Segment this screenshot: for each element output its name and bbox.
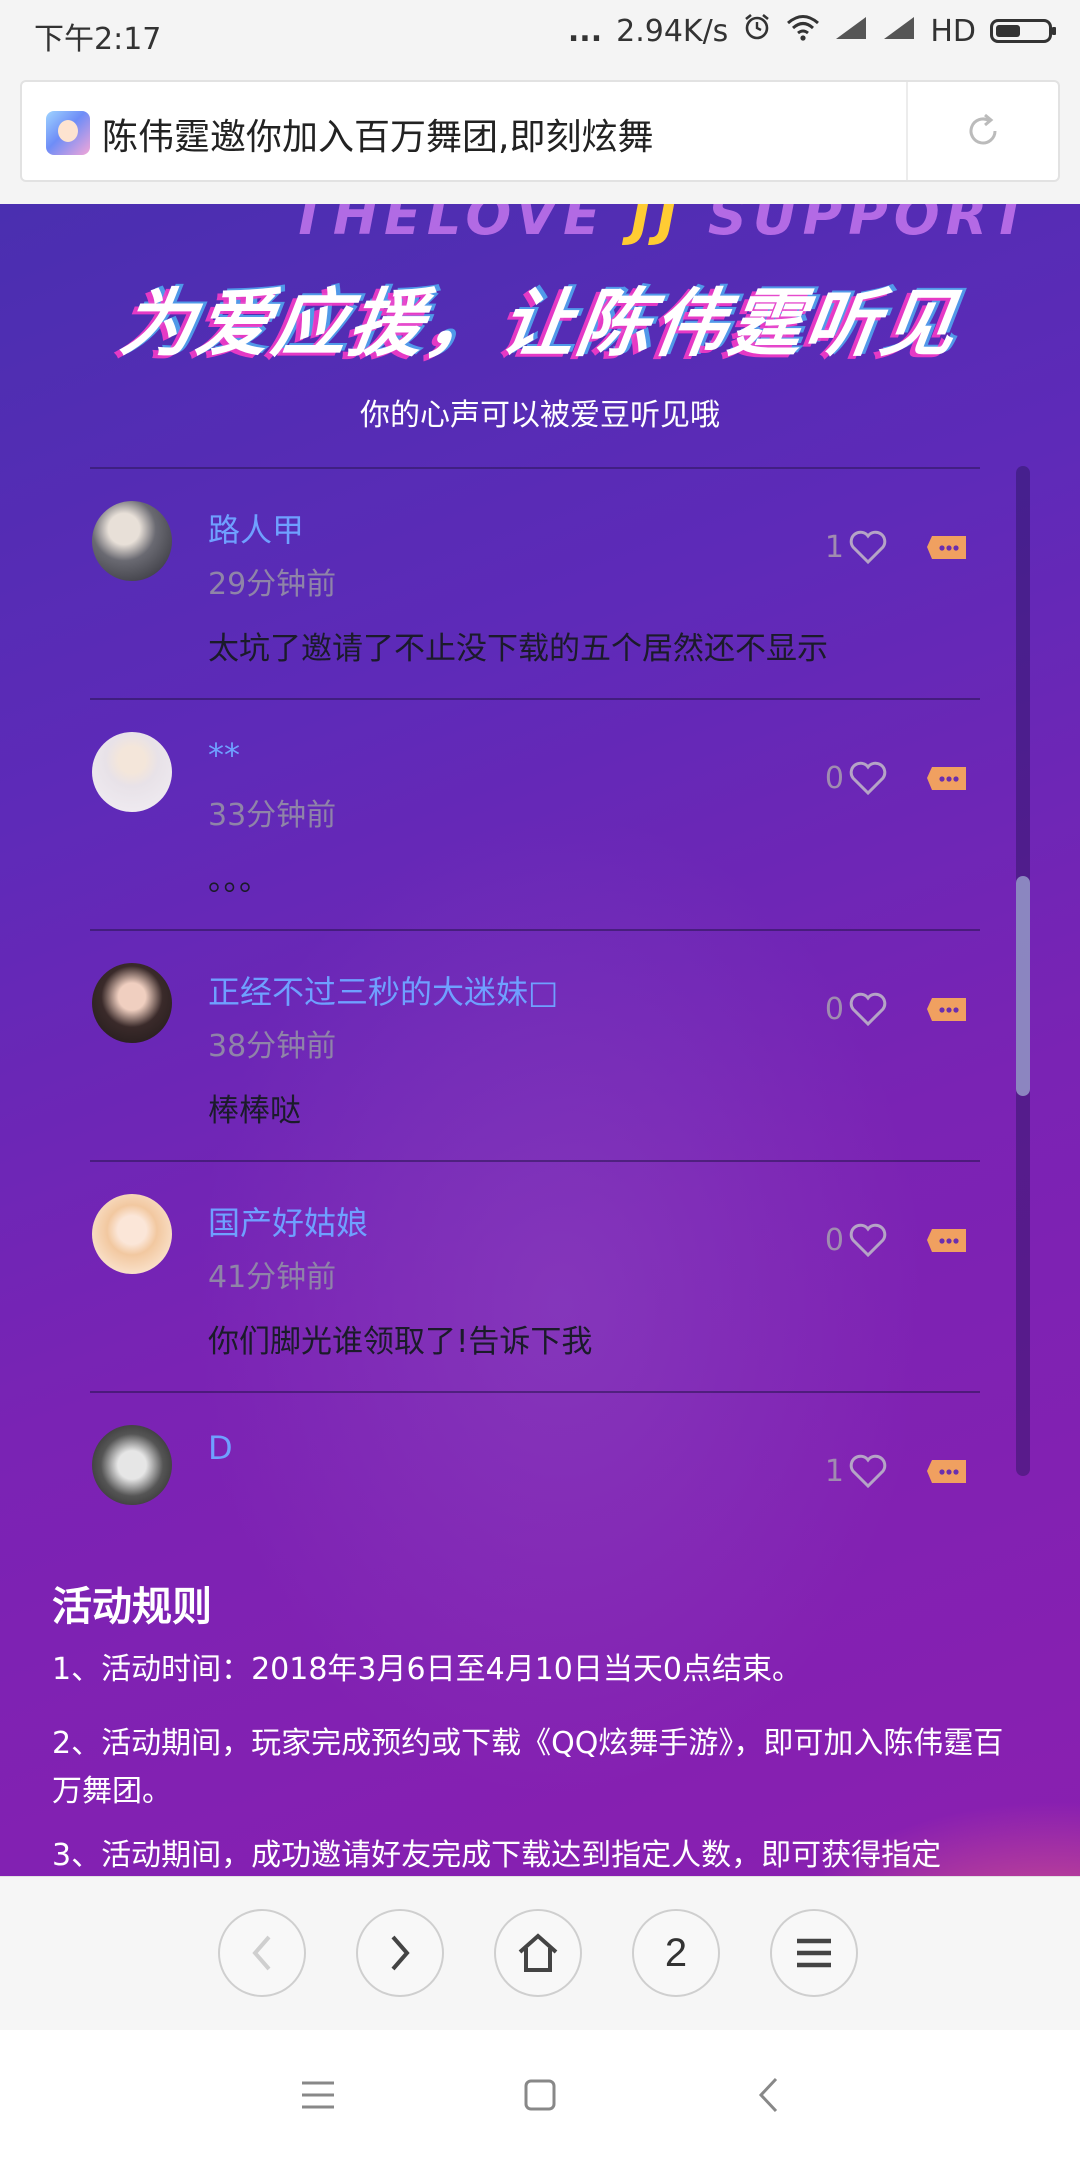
rules-title: 活动规则 xyxy=(52,1584,212,1630)
back-nav-button[interactable] xyxy=(738,2070,798,2120)
message-icon[interactable] xyxy=(926,764,970,794)
status-icons: ... 2.94K/s HD xyxy=(567,12,1056,50)
comment-text: 你们脚光谁领取了!告诉下我 xyxy=(208,1324,593,1360)
avatar[interactable] xyxy=(92,1194,172,1274)
avatar[interactable] xyxy=(92,1425,172,1505)
menu-icon xyxy=(797,1938,831,1968)
alarm-icon xyxy=(742,12,772,50)
comment-item: 路人甲 29分钟前 太坑了邀请了不止没下载的五个居然还不显示 1 xyxy=(90,469,980,700)
comment-item: D 1 xyxy=(90,1393,980,1624)
home-nav-icon xyxy=(524,2079,556,2111)
status-bar: 下午2:17 ... 2.94K/s HD xyxy=(0,0,1080,66)
comment-item: 正经不过三秒的大迷妹□ 38分钟前 棒棒哒 0 xyxy=(90,931,980,1162)
like-count: 0 xyxy=(824,760,844,796)
like-button[interactable]: 0 xyxy=(825,760,888,796)
system-nav-bar xyxy=(0,2030,1080,2160)
home-icon xyxy=(518,1933,558,1972)
comment-time: 33分钟前 xyxy=(208,798,337,833)
home-button[interactable] xyxy=(494,1909,582,1997)
reload-icon xyxy=(969,113,997,145)
deco-right-text: SUPPORT xyxy=(707,204,1034,247)
recents-icon xyxy=(302,2081,334,2109)
battery-icon xyxy=(990,19,1056,43)
recents-button[interactable] xyxy=(288,2070,348,2120)
heart-icon xyxy=(849,530,887,565)
back-button[interactable] xyxy=(218,1909,306,1997)
like-count: 0 xyxy=(824,991,844,1027)
comment-scrollbar[interactable] xyxy=(1016,466,1030,1476)
like-button[interactable]: 1 xyxy=(825,529,888,565)
web-content[interactable]: THELOVE JJ SUPPORT 为爱应援，让陈伟霆听见 你的心声可以被爱豆… xyxy=(0,204,1080,1876)
comment-text: 棒棒哒 xyxy=(208,1093,301,1129)
signal-icon xyxy=(882,14,916,49)
comment-item: ** 33分钟前 。。。 0 xyxy=(90,700,980,931)
like-button[interactable]: 1 xyxy=(825,1453,888,1489)
back-icon xyxy=(252,1935,271,1971)
like-count: 0 xyxy=(824,1222,844,1258)
hero-title: 为爱应援，让陈伟霆听见 xyxy=(115,281,964,367)
message-icon[interactable] xyxy=(926,533,970,563)
address-bar[interactable]: 陈伟霆邀你加入百万舞团,即刻炫舞 xyxy=(20,80,1060,182)
hero-subtitle: 你的心声可以被爱豆听见哦 xyxy=(360,398,720,433)
comment-list[interactable]: 路人甲 29分钟前 太坑了邀请了不止没下载的五个居然还不显示 1 ** 33分钟… xyxy=(90,462,980,1677)
wifi-icon xyxy=(786,13,820,49)
like-count: 1 xyxy=(824,1453,844,1489)
like-button[interactable]: 0 xyxy=(825,1222,888,1258)
comment-item: 国产好姑娘 41分钟前 你们脚光谁领取了!告诉下我 0 xyxy=(90,1162,980,1393)
reload-button[interactable] xyxy=(908,82,1058,180)
avatar[interactable] xyxy=(92,732,172,812)
comment-time: 41分钟前 xyxy=(208,1260,337,1295)
heart-icon xyxy=(849,992,887,1027)
like-button[interactable]: 0 xyxy=(825,991,888,1027)
rule-item: 1、活动时间：2018年3月6日至4月10日当天0点结束。 xyxy=(52,1652,802,1687)
avatar[interactable] xyxy=(92,963,172,1043)
menu-button[interactable] xyxy=(770,1909,858,1997)
comment-username[interactable]: 正经不过三秒的大迷妹□ xyxy=(208,967,558,1013)
rule-item: 3、活动期间，成功邀请好友完成下载达到指定人数，即可获得指定 xyxy=(52,1838,942,1873)
message-icon[interactable] xyxy=(926,1457,970,1487)
status-time: 下午2:17 xyxy=(34,22,162,57)
more-dots: ... xyxy=(567,13,603,49)
heart-icon xyxy=(849,1454,887,1489)
like-count: 1 xyxy=(824,529,844,565)
home-nav-button[interactable] xyxy=(510,2070,570,2120)
network-label: HD xyxy=(930,13,976,49)
tabs-button[interactable]: 2 xyxy=(632,1909,720,1997)
forward-icon xyxy=(391,1935,410,1971)
back-nav-icon xyxy=(758,2077,778,2113)
comment-time: 38分钟前 xyxy=(208,1029,337,1064)
comment-text: 。。。 xyxy=(208,862,270,898)
hero-decoration: THELOVE JJ SUPPORT xyxy=(290,204,1034,247)
comment-username[interactable]: 路人甲 xyxy=(208,505,304,551)
message-icon[interactable] xyxy=(926,1226,970,1256)
comment-time: 29分钟前 xyxy=(208,567,337,602)
heart-icon xyxy=(849,1223,887,1258)
comment-text: 太坑了邀请了不止没下载的五个居然还不显示 xyxy=(208,631,828,667)
rule-item: 2、活动期间，玩家完成预约或下载《QQ炫舞手游》，即可加入陈伟霆百万舞团。 xyxy=(52,1726,1004,1809)
forward-button[interactable] xyxy=(356,1909,444,1997)
comment-username[interactable]: 国产好姑娘 xyxy=(208,1198,368,1244)
signal-icon xyxy=(834,14,868,49)
message-icon[interactable] xyxy=(926,995,970,1025)
deco-mid-text: JJ xyxy=(630,204,684,247)
site-favicon xyxy=(46,111,90,155)
tab-count: 2 xyxy=(664,1930,688,1975)
scrollbar-thumb[interactable] xyxy=(1016,876,1030,1096)
network-speed: 2.94K/s xyxy=(616,13,729,49)
comment-username[interactable]: D xyxy=(208,1429,233,1467)
browser-toolbar: 2 xyxy=(0,1876,1080,2031)
comment-username[interactable]: ** xyxy=(208,736,240,774)
deco-left-text: THELOVE xyxy=(290,204,607,247)
page-title[interactable]: 陈伟霆邀你加入百万舞团,即刻炫舞 xyxy=(102,108,653,160)
avatar[interactable] xyxy=(92,501,172,581)
heart-icon xyxy=(849,761,887,796)
